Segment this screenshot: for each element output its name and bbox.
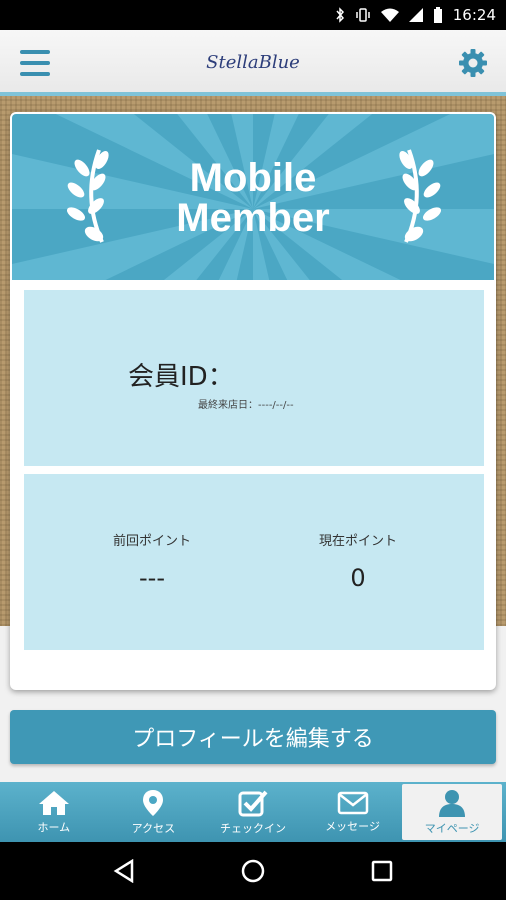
wifi-icon: [380, 8, 399, 22]
previous-points-label: 前回ポイント: [112, 534, 191, 549]
back-icon[interactable]: [113, 859, 135, 883]
bottom-tab-bar: ホーム アクセス チェックイン メッセージ マイページ: [0, 782, 506, 842]
points-panel: 前回ポイント --- 現在ポイント 0: [24, 474, 484, 650]
tab-home[interactable]: ホーム: [4, 784, 104, 840]
tab-message-label: メッセージ: [325, 819, 380, 833]
current-points-label: 現在ポイント: [318, 534, 397, 549]
tab-access[interactable]: アクセス: [104, 784, 204, 840]
tab-checkin-label: チェックイン: [219, 821, 286, 835]
home-icon: [38, 790, 69, 815]
clock: 16:24: [452, 6, 496, 24]
tab-access-label: アクセス: [131, 821, 176, 835]
vibrate-icon: [356, 8, 370, 22]
banner-title-line2: Member: [176, 196, 330, 240]
status-bar: 16:24: [0, 0, 506, 30]
person-icon: [439, 789, 466, 817]
home-circle-icon[interactable]: [240, 858, 266, 884]
last-visit-date: 最終来店日：----/--/--: [198, 400, 294, 411]
tab-home-label: ホーム: [37, 820, 71, 834]
tab-mypage[interactable]: マイページ: [402, 784, 502, 840]
banner-title: Mobile Member: [12, 158, 494, 238]
signal-icon: [408, 8, 423, 22]
system-nav-bar: [0, 842, 506, 900]
battery-icon: [433, 7, 442, 23]
edit-profile-button[interactable]: プロフィールを編集する: [10, 710, 496, 764]
member-id-label: 会員ID：: [128, 362, 234, 392]
mobile-member-banner: Mobile Member: [12, 114, 494, 280]
member-id-panel: 会員ID： 最終来店日：----/--/--: [24, 290, 484, 466]
previous-points-value: ---: [139, 564, 165, 592]
bluetooth-icon: [336, 7, 344, 23]
gear-icon[interactable]: [458, 48, 488, 78]
checkbox-icon: [238, 790, 268, 816]
banner-title-line1: Mobile: [189, 156, 317, 200]
tab-mypage-label: マイページ: [424, 821, 480, 835]
member-card: Mobile Member 会員ID： 最終来店日：----/--/-- 前回ポ…: [10, 112, 496, 690]
recents-icon[interactable]: [371, 860, 393, 882]
app-header: StellaBlue: [0, 30, 506, 96]
tab-message[interactable]: メッセージ: [303, 784, 403, 840]
tab-checkin[interactable]: チェックイン: [203, 784, 303, 840]
brand-logo: StellaBlue: [206, 52, 300, 73]
current-points-value: 0: [350, 564, 366, 592]
map-pin-icon: [143, 789, 164, 816]
mail-icon: [337, 791, 368, 814]
